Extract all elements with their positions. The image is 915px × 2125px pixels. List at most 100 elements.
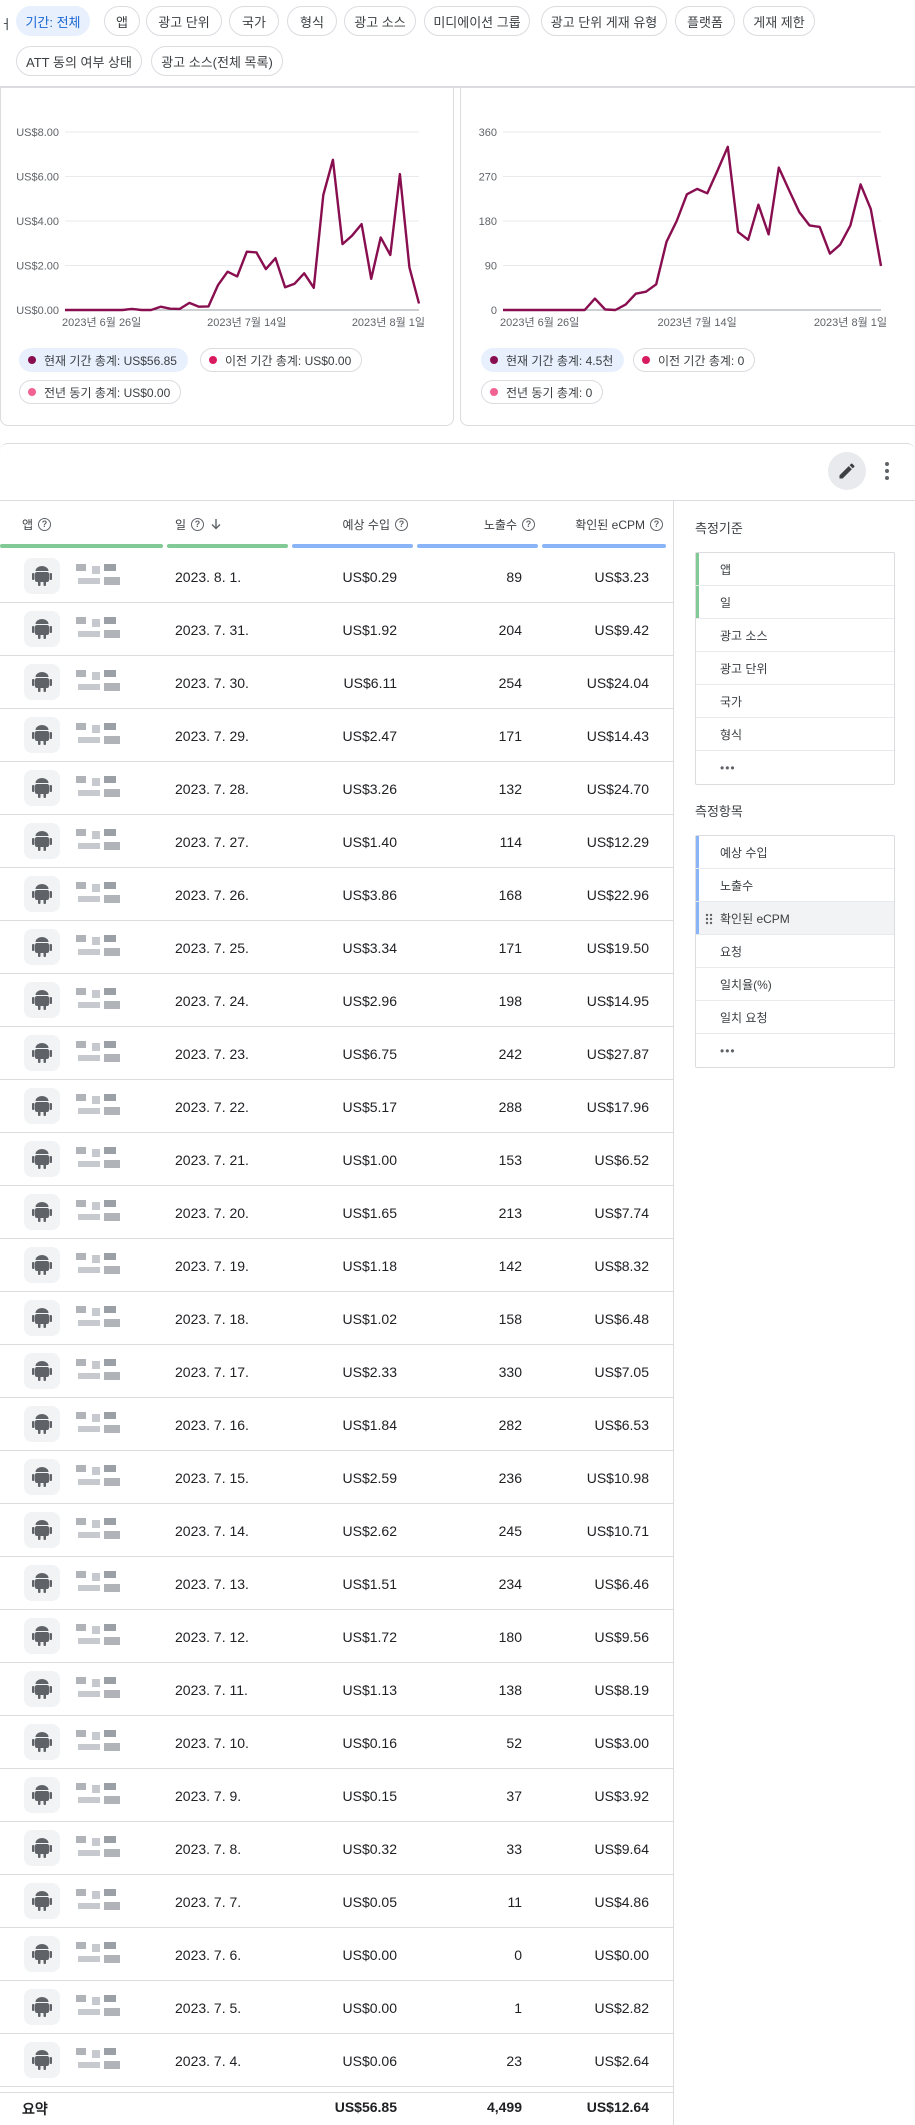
filter-edge-text: ㅓ [0,17,12,32]
table-row[interactable]: 2023. 7. 24. US$2.96 198 US$14.95 [0,974,673,1027]
filter-chip-serving-restriction[interactable]: 게재 제한 [743,6,815,36]
table-row[interactable]: 2023. 7. 28. US$3.26 132 US$24.70 [0,762,673,815]
table-row[interactable]: 2023. 7. 14. US$2.62 245 US$10.71 [0,1504,673,1557]
impressions-cell: 180 [498,1628,522,1645]
table-row[interactable]: 2023. 7. 29. US$2.47 171 US$14.43 [0,709,673,762]
legend-last-year[interactable]: 전년 동기 총계: US$0.00 [19,380,182,404]
filter-chip-ad-unit[interactable]: 광고 단위 [146,6,222,36]
column-header-app[interactable]: 앱 ? [22,512,52,536]
filter-chip-ad-source-full[interactable]: 광고 소스(전체 목록) [151,46,283,76]
table-row[interactable]: 2023. 7. 16. US$1.84 282 US$6.53 [0,1398,673,1451]
table-row[interactable]: 2023. 7. 11. US$1.13 138 US$8.19 [0,1663,673,1716]
ecpm-cell: US$6.46 [594,1575,649,1592]
table-row[interactable]: 2023. 7. 4. US$0.06 23 US$2.64 [0,2034,673,2087]
help-icon[interactable]: ? [191,517,205,531]
app-name-redacted [74,1622,130,1652]
revenue-cell: US$0.00 [342,1999,397,2016]
table-row[interactable]: 2023. 7. 8. US$0.32 33 US$9.64 [0,1822,673,1875]
filter-chip-platform[interactable]: 플랫폼 [675,6,735,36]
table-row[interactable]: 2023. 7. 25. US$3.34 171 US$19.50 [0,921,673,974]
more-options-button[interactable] [878,452,896,490]
ecpm-cell: US$27.87 [586,1045,649,1062]
android-icon [24,1035,60,1071]
filter-chip-ad-source[interactable]: 광고 소스 [344,6,416,36]
dimension-more-button[interactable]: ••• [696,751,894,784]
filter-chip-ad-unit-serving-type[interactable]: 광고 단위 게재 유형 [541,6,667,36]
table-row[interactable]: 2023. 7. 5. US$0.00 1 US$2.82 [0,1981,673,2034]
filter-chip-app[interactable]: 앱 [104,6,140,36]
table-row[interactable]: 2023. 7. 6. US$0.00 0 US$0.00 [0,1928,673,1981]
help-icon[interactable]: ? [395,517,408,531]
legend-last-year-2[interactable]: 전년 동기 총계: 0 [481,380,604,404]
table-row[interactable]: 2023. 7. 15. US$2.59 236 US$10.98 [0,1451,673,1504]
android-icon [24,1088,60,1124]
dimension-item-date[interactable]: 일 [696,586,894,619]
date-cell: 2023. 7. 21. [175,1151,249,1168]
metric-item-match-rate[interactable]: 일치율(%) [696,968,894,1001]
metric-item-impressions[interactable]: 노출수 [696,869,894,902]
legend-current-period[interactable]: 현재 기간 총계: US$56.85 [19,348,188,372]
dimension-item-format[interactable]: 형식 [696,718,894,751]
help-icon[interactable]: ? [650,517,663,531]
help-icon[interactable]: ? [38,517,52,531]
android-icon [24,1724,60,1760]
table-row[interactable]: 2023. 7. 13. US$1.51 234 US$6.46 [0,1557,673,1610]
ecpm-cell: US$7.05 [594,1363,649,1380]
drag-handle-icon[interactable] [705,913,713,925]
android-icon [24,1565,60,1601]
metric-item-revenue[interactable]: 예상 수입 [696,836,894,869]
table-row[interactable]: 2023. 7. 30. US$6.11 254 US$24.04 [0,656,673,709]
legend-previous-period-2[interactable]: 이전 기간 총계: 0 [633,348,756,372]
help-icon[interactable]: ? [522,517,535,531]
filter-chip-format[interactable]: 형식 [287,6,337,36]
edit-button[interactable] [828,452,866,490]
table-row[interactable]: 2023. 7. 10. US$0.16 52 US$3.00 [0,1716,673,1769]
impressions-cell: 52 [506,1734,522,1751]
filter-chip-country[interactable]: 국가 [229,6,279,36]
table-row[interactable]: 2023. 7. 21. US$1.00 153 US$6.52 [0,1133,673,1186]
table-row[interactable]: 2023. 7. 7. US$0.05 11 US$4.86 [0,1875,673,1928]
legend-previous-period[interactable]: 이전 기간 총계: US$0.00 [200,348,363,372]
metric-item-ecpm[interactable]: 확인된 eCPM [696,902,894,935]
dimension-item-ad-unit[interactable]: 광고 단위 [696,652,894,685]
table-row[interactable]: 2023. 7. 22. US$5.17 288 US$17.96 [0,1080,673,1133]
metric-label: 확인된 eCPM [720,911,790,926]
column-header-impressions[interactable]: 노출수 ? [420,512,535,536]
table-row[interactable]: 2023. 7. 27. US$1.40 114 US$12.29 [0,815,673,868]
revenue-cell: US$0.00 [342,1946,397,1963]
legend-current-label-2: 현재 기간 총계: 4.5천 [506,353,614,368]
dimension-item-country[interactable]: 국가 [696,685,894,718]
app-name-redacted [74,615,130,645]
table-row[interactable]: 2023. 7. 17. US$2.33 330 US$7.05 [0,1345,673,1398]
column-header-ecpm[interactable]: 확인된 eCPM ? [545,512,663,536]
app-name-redacted [74,1092,130,1122]
table-row[interactable]: 2023. 7. 9. US$0.15 37 US$3.92 [0,1769,673,1822]
table-row[interactable]: 2023. 7. 26. US$3.86 168 US$22.96 [0,868,673,921]
date-cell: 2023. 7. 10. [175,1734,249,1751]
column-header-revenue[interactable]: 예상 수입 ? [293,512,408,536]
revenue-cell: US$3.26 [342,780,397,797]
x-tick-label: 2023년 6월 26일 [500,315,579,329]
table-row[interactable]: 2023. 7. 12. US$1.72 180 US$9.56 [0,1610,673,1663]
filter-bar: ㅓ 기간: 전체 앱 광고 단위 국가 형식 광고 소스 미디에이션 그룹 광고… [0,0,915,86]
metric-more-button[interactable]: ••• [696,1034,894,1067]
metric-item-matched-requests[interactable]: 일치 요청 [696,1001,894,1034]
legend-current-period-2[interactable]: 현재 기간 총계: 4.5천 [481,348,625,372]
table-row[interactable]: 2023. 8. 1. US$0.29 89 US$3.23 [0,550,673,603]
filter-chip-period[interactable]: 기간: 전체 [16,6,90,36]
arrow-down-icon [211,519,221,530]
dimension-item-ad-source[interactable]: 광고 소스 [696,619,894,652]
table-row[interactable]: 2023. 7. 23. US$6.75 242 US$27.87 [0,1027,673,1080]
filter-chip-mediation-group[interactable]: 미디에이션 그룹 [424,6,530,36]
dimension-item-app[interactable]: 앱 [696,553,894,586]
filter-chip-att-consent[interactable]: ATT 동의 여부 상태 [16,46,142,76]
table-row[interactable]: 2023. 7. 19. US$1.18 142 US$8.32 [0,1239,673,1292]
table-row[interactable]: 2023. 7. 18. US$1.02 158 US$6.48 [0,1292,673,1345]
y-tick-label: 0 [491,305,497,317]
table-row[interactable]: 2023. 7. 20. US$1.65 213 US$7.74 [0,1186,673,1239]
table-summary-row: 요약 US$56.85 4,499 US$12.64 [0,2092,673,2125]
metric-item-requests[interactable]: 요청 [696,935,894,968]
table-row[interactable]: 2023. 7. 31. US$1.92 204 US$9.42 [0,603,673,656]
column-header-date[interactable]: 일 ? [175,512,222,536]
panel-divider [673,501,674,2125]
